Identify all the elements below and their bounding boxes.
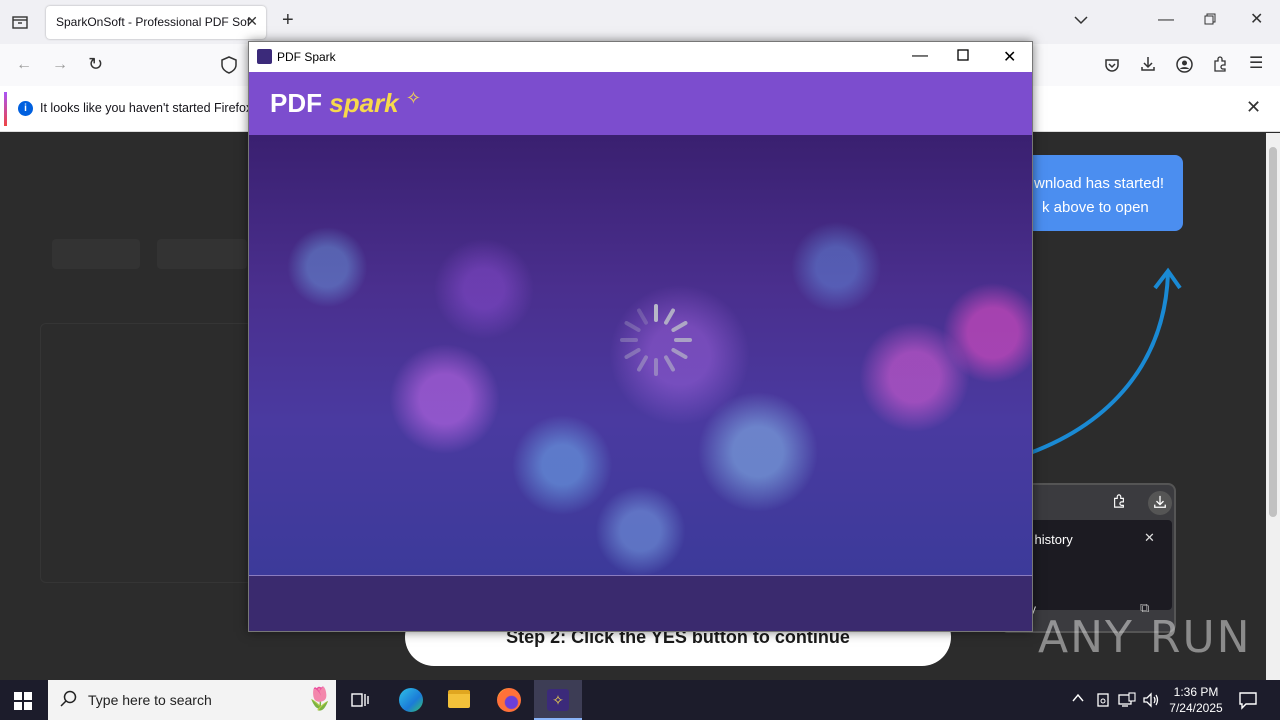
app-footer [249,575,1032,631]
windows-start-icon[interactable] [14,692,32,710]
downloads-icon[interactable] [1140,56,1156,76]
scroll-thumb[interactable] [1269,147,1277,517]
menu-icon[interactable]: ☰ [1249,56,1263,72]
edge-icon[interactable] [387,680,435,720]
firefox-icon[interactable] [485,680,533,720]
tab-close-icon[interactable]: ✕ [246,13,258,30]
notification-text: It looks like you haven't started Firefo… [40,101,253,115]
shield-icon[interactable] [221,56,237,78]
pdf-spark-window: PDF Spark ― ✕ PDF spark ✧ [248,41,1033,632]
pocket-icon[interactable] [1104,57,1120,77]
tab-bar: SparkOnSoft - Professional PDF Sof ✕ + ―… [0,0,1280,44]
search-icon [60,690,78,713]
notifications-icon[interactable] [1238,690,1258,715]
back-icon[interactable]: ← [16,57,32,73]
extensions-icon[interactable] [1212,56,1228,76]
search-placeholder: Type here to search [88,692,212,708]
close-window-icon[interactable]: ✕ [1250,12,1263,28]
extensions-icon[interactable] [1112,494,1126,512]
notification-close-icon[interactable]: ✕ [1246,98,1261,116]
app-icon [257,49,272,64]
reload-icon[interactable]: ↻ [88,55,103,73]
app-maximize-icon[interactable] [957,48,969,66]
panel-close-icon[interactable]: ✕ [1144,530,1155,546]
restore-icon[interactable] [1204,13,1216,29]
file-explorer-icon[interactable] [435,680,483,720]
tray-time: 1:36 PM [1173,685,1219,699]
account-icon[interactable] [1176,56,1193,77]
app-close-icon[interactable]: ✕ [1003,47,1016,67]
tray-clock[interactable]: 1:36 PM 7/24/2025 [1166,684,1226,716]
pdf-spark-taskbar-icon[interactable]: ✧ [534,680,582,720]
volume-icon[interactable] [1142,691,1160,714]
tray-date: 7/24/2025 [1169,701,1223,715]
notification-accent [4,92,7,126]
windows-taskbar: Type here to search 🌷 ✧ 1:36 PM 7/24/202… [0,680,1280,720]
placeholder-card [40,323,260,583]
downloads-panel-content: l history ✕ y ⧉ [1012,520,1172,616]
sparkle-icon: ✧ [405,88,421,108]
page-scrollbar[interactable] [1266,133,1280,680]
placeholder-block [157,239,247,269]
panel-title: l history [1028,532,1073,547]
taskbar-search[interactable]: Type here to search 🌷 [48,680,336,720]
app-minimize-icon[interactable]: ― [912,47,928,65]
info-icon: i [18,101,33,116]
tab-title: SparkOnSoft - Professional PDF Sof [56,15,251,29]
app-titlebar: PDF Spark ― ✕ [249,42,1032,72]
tab-overflow-icon[interactable] [1074,13,1088,29]
downloads-icon[interactable] [1148,491,1172,515]
tab-list-icon[interactable] [11,14,29,34]
tab-sparkonsoft[interactable]: SparkOnSoft - Professional PDF Sof ✕ [46,6,266,39]
pdf-spark-logo: PDF spark ✧ [270,88,421,119]
minimize-icon[interactable]: ― [1158,12,1174,28]
placeholder-block [52,239,140,269]
anyrun-watermark: ANY RUN [1038,612,1252,663]
task-view-icon[interactable] [336,680,384,720]
app-window-title: PDF Spark [277,50,336,64]
network-icon[interactable] [1118,692,1136,713]
tray-overflow-icon[interactable] [1072,692,1084,706]
forward-icon[interactable]: → [52,57,68,73]
logo-spark: spark [329,88,399,118]
new-tab-button[interactable]: + [282,10,294,30]
device-icon[interactable] [1096,692,1110,713]
app-loading-area [249,135,1032,575]
flowers-icon: 🌷 [306,686,334,711]
loading-spinner-icon [620,304,692,376]
app-header: PDF spark ✧ [249,72,1032,135]
logo-pdf: PDF [270,88,322,118]
